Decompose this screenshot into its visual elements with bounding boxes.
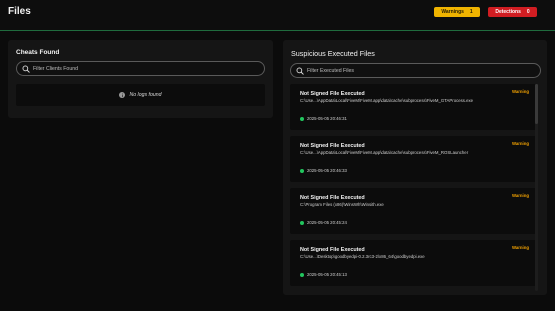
empty-state: i No logs found xyxy=(16,84,265,106)
item-status: Warning xyxy=(511,89,529,94)
top-bar: Files Warnings 1 Detections 0 xyxy=(0,0,555,31)
item-title: Not Signed File Executed xyxy=(300,143,365,149)
item-path: C:\Use...\AppData\Local\FiveM\FiveM.app\… xyxy=(300,150,469,155)
item-title: Not Signed File Executed xyxy=(300,91,365,97)
cheats-search-input[interactable] xyxy=(33,65,233,72)
status-dot-icon xyxy=(300,220,304,225)
item-time: 2025-05-05 20:45:13 xyxy=(300,272,347,277)
item-timestamp: 2025-05-05 20:45:24 xyxy=(307,220,347,225)
empty-state-text: No logs found xyxy=(129,92,162,98)
executed-files-panel: Suspicious Executed Files Not Signed Fil… xyxy=(283,40,547,295)
executed-search-input[interactable] xyxy=(307,67,507,74)
item-status: Warning xyxy=(511,193,529,198)
scrollbar-thumb[interactable] xyxy=(535,84,538,124)
item-status: Warning xyxy=(511,141,529,146)
executed-files-list: Not Signed File Executed C:\Use...\AppDa… xyxy=(290,84,541,291)
item-path: C:\Use...\Desktop\goodbyedpi-0.2.3rc3-2\… xyxy=(300,254,425,259)
status-dot-icon xyxy=(300,168,304,173)
search-icon xyxy=(22,65,30,73)
status-dot-icon xyxy=(300,116,304,121)
executed-search-box[interactable] xyxy=(290,63,541,78)
warnings-label: Warnings xyxy=(441,9,464,15)
item-timestamp: 2025-05-05 20:46:31 xyxy=(307,116,347,121)
warnings-badge[interactable]: Warnings 1 xyxy=(434,7,480,17)
item-title: Not Signed File Executed xyxy=(300,195,365,201)
list-item[interactable]: Not Signed File Executed C:\Program File… xyxy=(290,188,537,234)
list-item[interactable]: Not Signed File Executed C:\Use...\Deskt… xyxy=(290,240,537,286)
item-time: 2025-05-05 20:46:33 xyxy=(300,168,347,173)
item-time: 2025-05-05 20:46:31 xyxy=(300,116,347,121)
warnings-count: 1 xyxy=(469,9,473,15)
status-dot-icon xyxy=(300,272,304,277)
item-timestamp: 2025-05-05 20:46:33 xyxy=(307,168,347,173)
info-icon: i xyxy=(119,92,126,98)
list-item[interactable]: Not Signed File Executed C:\Use...\AppDa… xyxy=(290,136,537,182)
detections-badge[interactable]: Detections 0 xyxy=(488,7,537,17)
item-timestamp: 2025-05-05 20:45:13 xyxy=(307,272,347,277)
cheats-search-box[interactable] xyxy=(16,61,265,76)
item-status: Warning xyxy=(511,245,529,250)
cheats-found-title: Cheats Found xyxy=(16,49,60,56)
detections-count: 0 xyxy=(526,9,530,15)
detections-label: Detections xyxy=(495,9,521,15)
item-time: 2025-05-05 20:45:24 xyxy=(300,220,347,225)
cheats-found-panel: Cheats Found i No logs found xyxy=(8,40,273,118)
executed-files-title: Suspicious Executed Files xyxy=(291,49,375,58)
search-icon xyxy=(296,67,304,75)
item-path: C:\Use...\AppData\Local\FiveM\FiveM.app\… xyxy=(300,98,474,103)
list-item[interactable]: Not Signed File Executed C:\Use...\AppDa… xyxy=(290,84,537,130)
item-path: C:\Program Files (x86)\WinsWh\Winsith.ex… xyxy=(300,202,384,207)
list-scrollbar[interactable] xyxy=(535,84,538,291)
page-title: Files xyxy=(8,6,31,17)
item-title: Not Signed File Executed xyxy=(300,247,365,253)
